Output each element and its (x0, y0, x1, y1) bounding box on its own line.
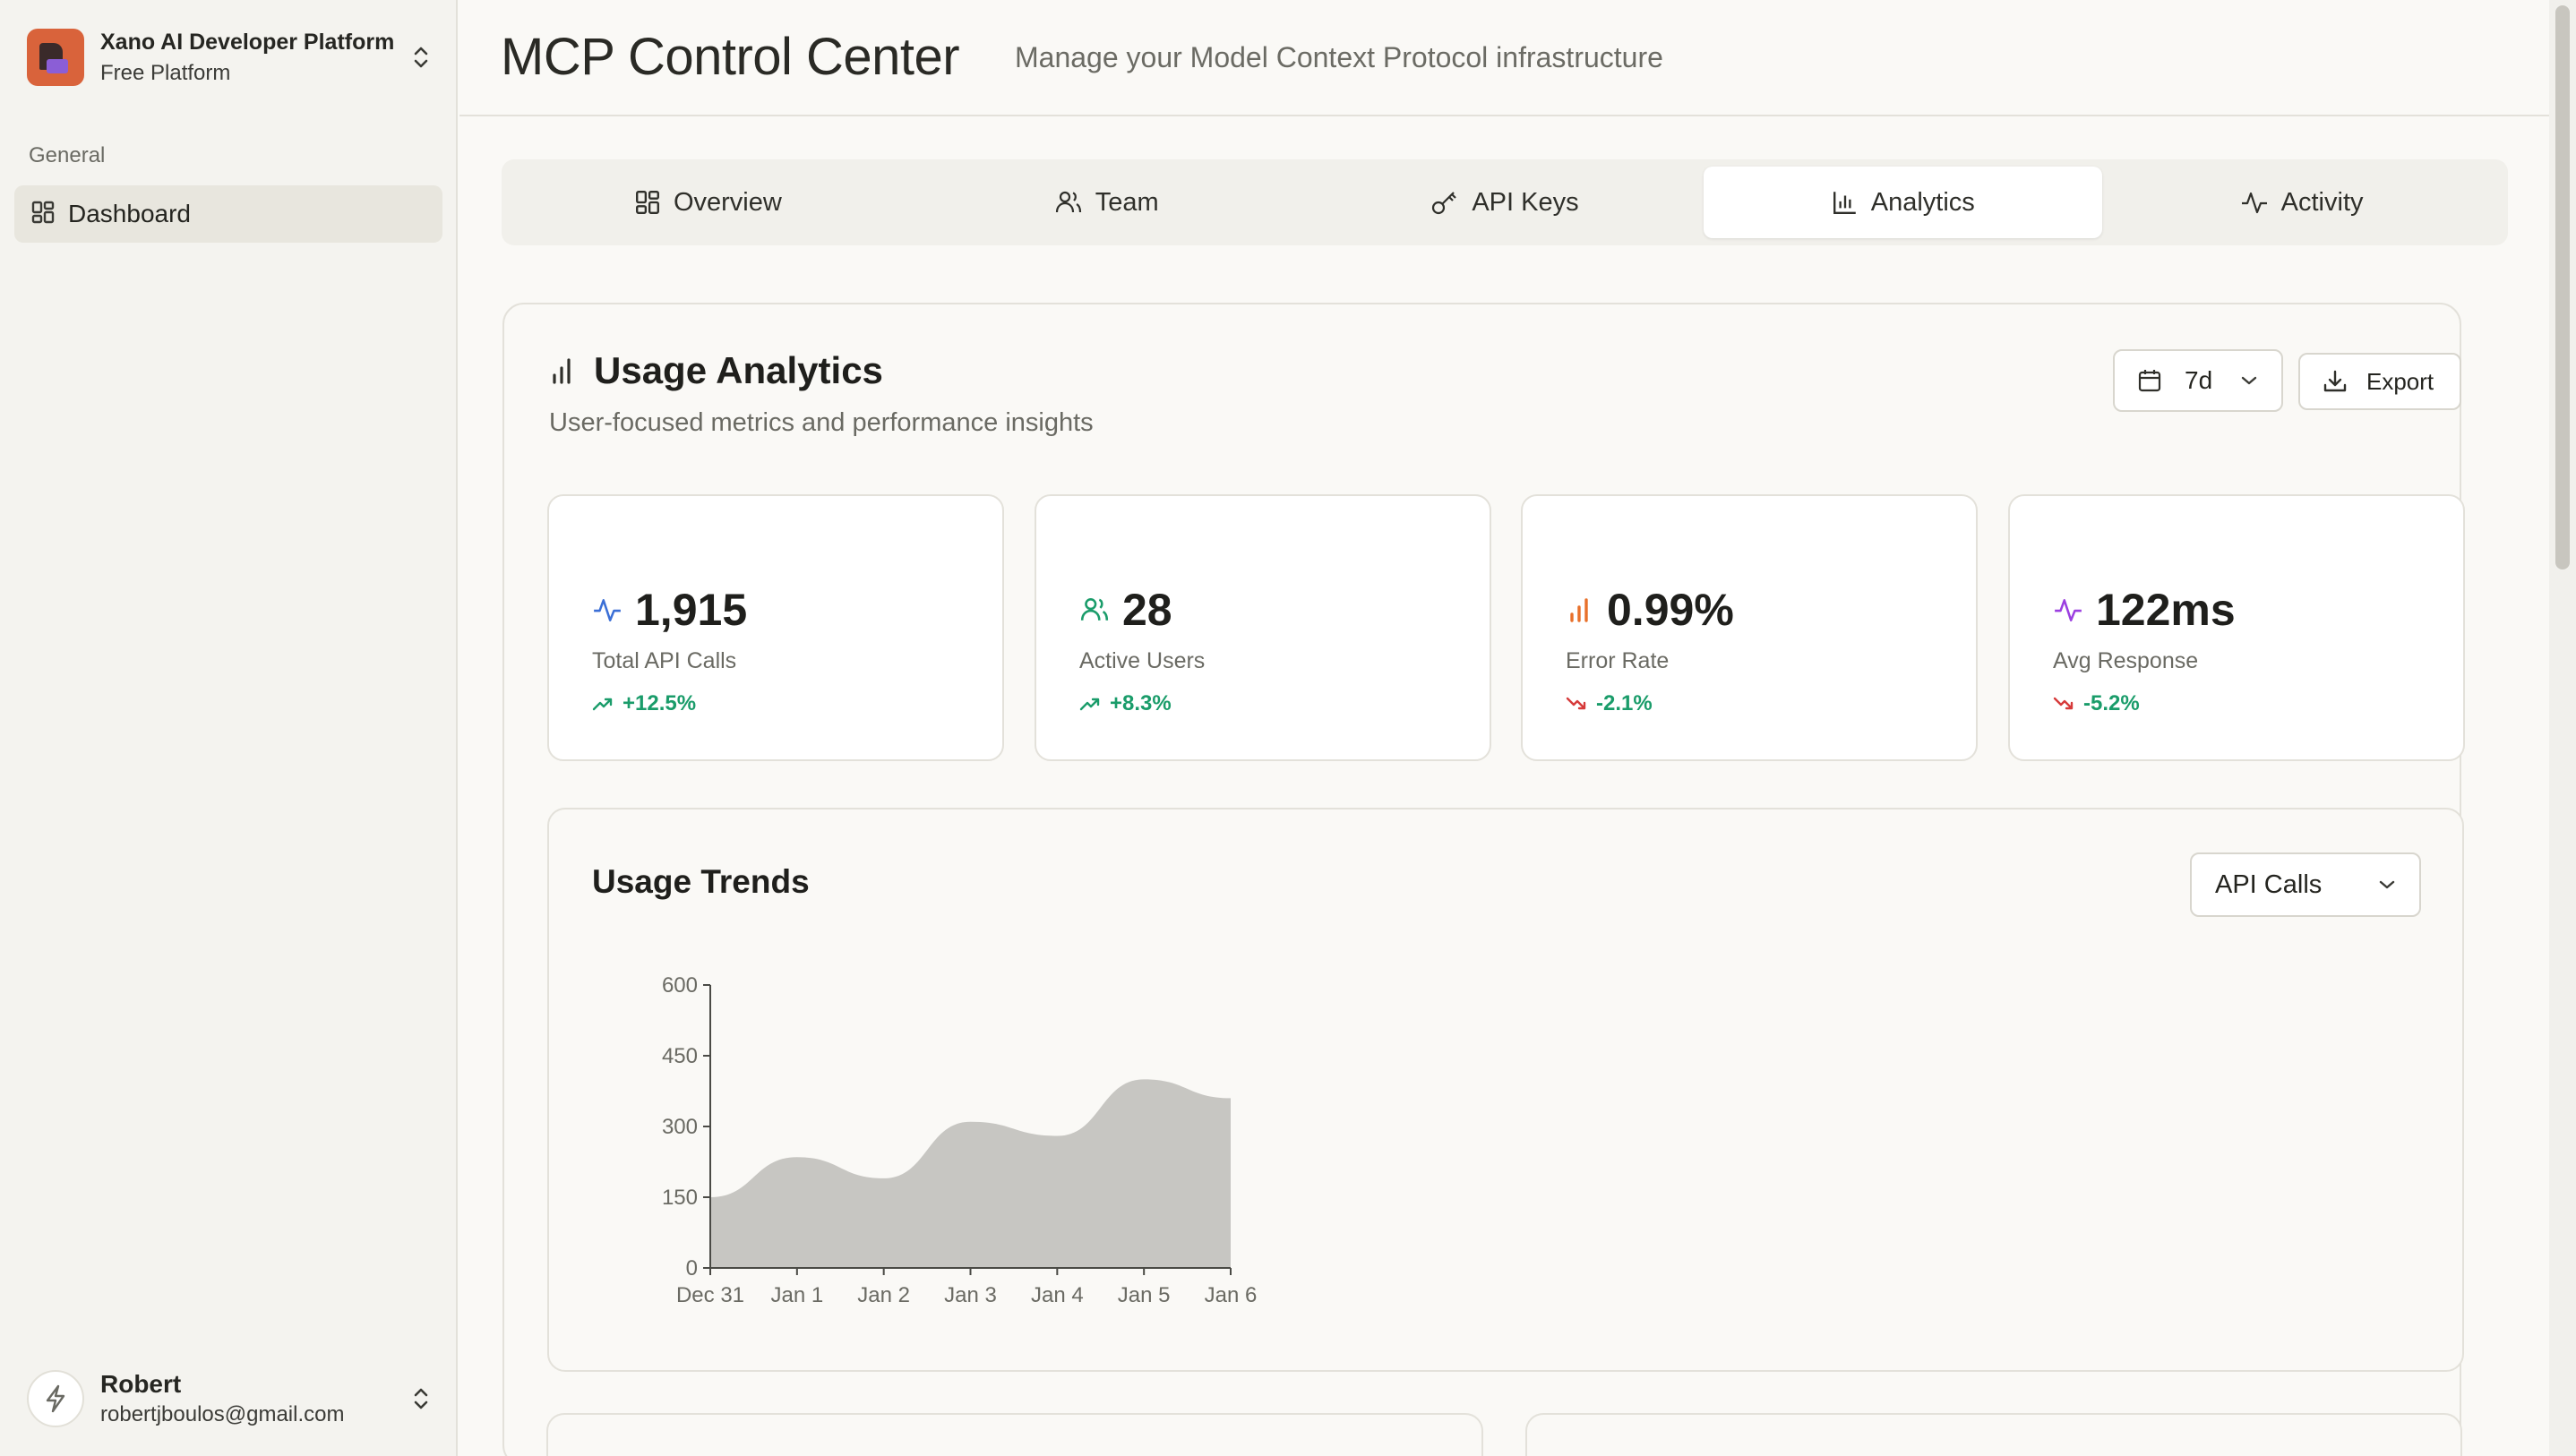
stat-change: +8.3% (1079, 691, 1172, 716)
tab-label: Analytics (1870, 187, 1975, 217)
user-name: Robert (100, 1370, 182, 1398)
stat-value: 1,915 (635, 585, 748, 635)
stat-card-avg-response: 122ms Avg Response -5.2% (2008, 494, 2465, 761)
trending-up-icon (1079, 698, 1100, 711)
trending-up-icon (592, 698, 613, 711)
stat-value: 0.99% (1607, 585, 1734, 635)
tab-label: API Keys (1472, 187, 1579, 217)
workspace-logo (27, 29, 84, 86)
stat-change: -2.1% (1566, 691, 1653, 716)
dashboard-icon (30, 200, 56, 229)
chevrons-up-down-icon (408, 39, 434, 75)
stat-change: +12.5% (592, 691, 696, 716)
page-title: MCP Control Center (501, 28, 960, 86)
tab-label: Overview (673, 187, 782, 217)
chart-x-tick-label: Jan 6 (1205, 1283, 1258, 1307)
usage-analytics-card: Usage Analytics User-focused metrics and… (502, 303, 2465, 1456)
tab-api-keys[interactable]: API Keys (1306, 167, 1704, 238)
tab-overview[interactable]: Overview (509, 167, 907, 238)
date-range-select[interactable]: 7d (2113, 349, 2283, 412)
key-icon (1432, 192, 1457, 215)
chevrons-up-down-icon (408, 1381, 434, 1417)
tab-bar: Overview Team API Keys Analytics Activit… (502, 159, 2508, 245)
stat-card-active-users: 28 Active Users +8.3% (1035, 494, 1491, 761)
bar-chart-icon (1570, 598, 1588, 622)
section-description: User-focused metrics and performance ins… (549, 408, 1094, 437)
chart-area-series (710, 1079, 1231, 1268)
chart-x-tick-label: Jan 5 (1118, 1283, 1171, 1307)
chart-x-tick-label: Jan 3 (944, 1283, 997, 1307)
lower-card-right (1525, 1413, 2462, 1456)
workspace-switcher[interactable]: Xano AI Developer Platform Free Platform (27, 27, 434, 88)
bar-chart-icon (553, 358, 571, 384)
workspace-plan: Free Platform (100, 60, 231, 85)
stat-value: 122ms (2096, 585, 2236, 635)
stat-card-total-api-calls: 1,915 Total API Calls +12.5% (547, 494, 1004, 761)
download-icon (2323, 370, 2347, 392)
scrollbar-thumb[interactable] (2555, 5, 2570, 570)
chart-y-tick-label: 300 (662, 1115, 698, 1139)
workspace-name: Xano AI Developer Platform (100, 29, 395, 55)
export-button[interactable]: Export (2298, 353, 2461, 410)
avatar (27, 1370, 84, 1427)
page-header: MCP Control Center Manage your Model Con… (459, 0, 2549, 116)
user-email: robertjboulos@gmail.com (100, 1402, 345, 1426)
lower-card-left (546, 1413, 1483, 1456)
sidebar-item-dashboard[interactable]: Dashboard (14, 185, 442, 243)
section-title: Usage Analytics (594, 349, 883, 391)
bar-chart-icon (1833, 192, 1856, 214)
chart-x-tick-label: Jan 1 (770, 1283, 823, 1307)
chart-y-tick-label: 150 (662, 1186, 698, 1210)
export-label: Export (2366, 367, 2434, 395)
calendar-icon (2138, 370, 2161, 392)
chart-y-tick-label: 450 (662, 1044, 698, 1068)
trending-down-icon (2053, 697, 2074, 710)
stat-label: Total API Calls (592, 648, 737, 673)
stat-label: Error Rate (1566, 648, 1670, 673)
tab-team[interactable]: Team (907, 167, 1306, 238)
user-menu[interactable]: Robert robertjboulos@gmail.com (27, 1365, 434, 1433)
stat-card-error-rate: 0.99% Error Rate -2.1% (1521, 494, 1978, 761)
stat-change: -5.2% (2053, 691, 2140, 716)
stat-cards: 1,915 Total API Calls +12.5% 28 Active U… (547, 494, 2465, 763)
activity-icon (2241, 192, 2267, 214)
page-subtitle: Manage your Model Context Protocol infra… (1015, 41, 1663, 73)
users-icon (1055, 191, 1081, 213)
chart-y-tick-label: 600 (662, 973, 698, 998)
usage-trends-panel: Usage Trends API Calls 0 150 300 450 600 Dec … (547, 808, 2464, 1372)
sidebar-section-label: General (29, 143, 106, 167)
tab-activity[interactable]: Activity (2102, 167, 2501, 238)
grid-icon (636, 191, 659, 214)
chevron-down-icon (2241, 376, 2257, 385)
tab-label: Activity (2280, 187, 2364, 217)
tab-analytics[interactable]: Analytics (1704, 167, 2103, 238)
stat-label: Active Users (1079, 648, 1206, 673)
tab-label: Team (1095, 187, 1159, 217)
stat-value: 28 (1122, 585, 1172, 635)
chart-x-tick-label: Jan 2 (857, 1283, 910, 1307)
date-range-value: 7d (2185, 366, 2213, 394)
trending-down-icon (1566, 697, 1586, 710)
chart-y-tick-label: 0 (686, 1256, 698, 1280)
activity-icon (2055, 599, 2082, 621)
bolt-icon (46, 1384, 65, 1413)
chart-x-tick-label: Jan 4 (1031, 1283, 1084, 1307)
usage-trends-chart: 0 150 300 450 600 Dec 31 Jan 1 Jan 2 Jan 3 Jan 4 J… (662, 973, 1258, 1307)
chart-x-tick-label: Dec 31 (676, 1283, 744, 1307)
sidebar-item-label: Dashboard (68, 200, 191, 227)
sidebar: Xano AI Developer Platform Free Platform… (0, 0, 458, 1456)
users-icon (1080, 598, 1109, 621)
stat-label: Avg Response (2053, 648, 2199, 673)
activity-icon (594, 599, 621, 621)
